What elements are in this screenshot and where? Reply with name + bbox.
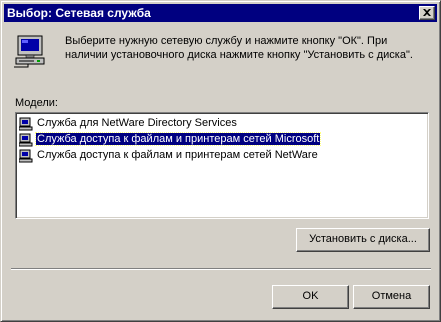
list-item-label: Служба доступа к файлам и принтерам сете… — [34, 132, 322, 146]
models-listbox[interactable]: Служба для NetWare Directory Services Сл… — [15, 112, 429, 219]
computer-icon — [14, 35, 45, 68]
instruction-text: Выберите нужную сетевую службу и нажмите… — [65, 35, 413, 61]
ok-label: OK — [302, 290, 319, 302]
network-service-icon — [19, 133, 33, 147]
separator — [11, 268, 431, 270]
ok-button[interactable]: OK — [272, 285, 349, 309]
list-item-label: Служба для NetWare Directory Services — [37, 117, 237, 129]
list-item-label: Служба доступа к файлам и принтерам сете… — [37, 149, 318, 161]
models-label: Модели: — [15, 97, 58, 109]
cancel-button[interactable]: Отмена — [353, 285, 430, 309]
close-button[interactable] — [419, 6, 435, 20]
window-title: Выбор: Сетевая служба — [7, 6, 151, 20]
install-from-disk-label: Установить с диска... — [309, 233, 417, 245]
dialog-window: Выбор: Сетевая служба Выберите нужную се… — [0, 0, 441, 322]
install-from-disk-button[interactable]: Установить с диска... — [296, 228, 430, 252]
network-service-icon — [19, 117, 33, 131]
network-service-icon — [19, 149, 33, 163]
close-icon — [423, 9, 431, 16]
title-bar[interactable]: Выбор: Сетевая служба — [4, 4, 437, 22]
cancel-label: Отмена — [371, 290, 412, 302]
